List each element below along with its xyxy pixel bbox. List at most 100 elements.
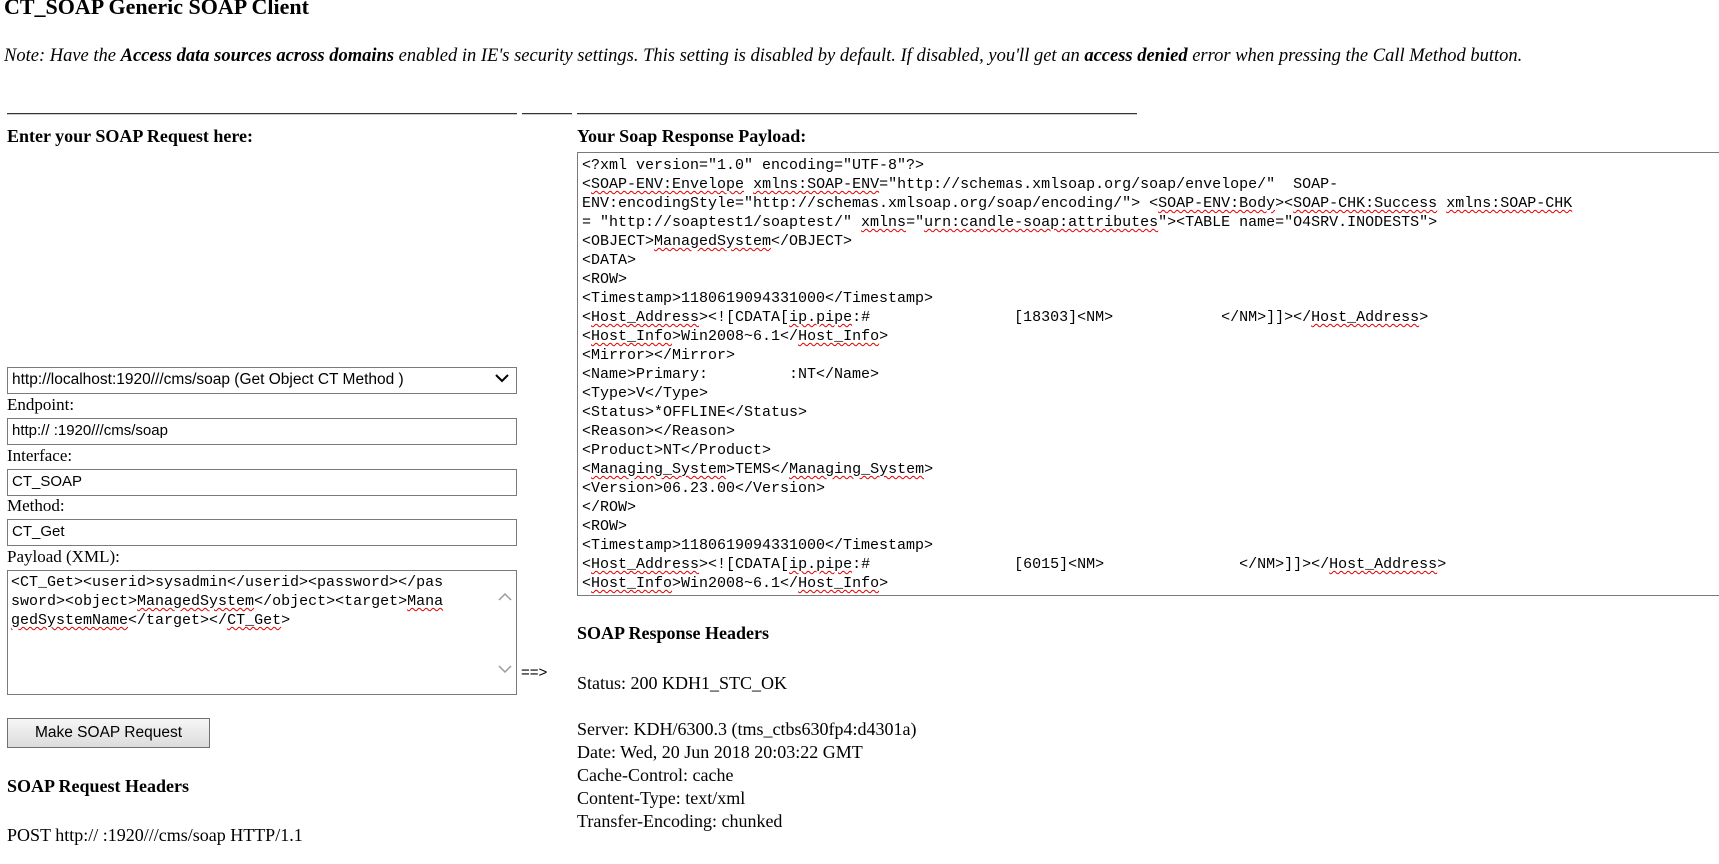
code-text: < <box>582 176 592 193</box>
divider-left <box>7 113 517 115</box>
note-emphasis: Access data sources across domains <box>120 46 395 66</box>
code-line: <Version>06.23.00</Version> <box>582 479 1719 498</box>
code-text: ENV:encodingStyle="http://schemas.xmlsoa… <box>582 195 1159 212</box>
code-text: <OBJECT> <box>582 233 655 250</box>
code-text: < <box>582 461 592 478</box>
code-text: <Status>*OFFLINE</Status> <box>582 404 808 421</box>
code-text: :# [18303]<NM> </NM>]]></ <box>852 309 1312 326</box>
scroll-down-icon[interactable] <box>498 661 512 680</box>
spellcheck-word: xmlns <box>861 214 907 231</box>
code-text: >Win2008~6.1</ <box>672 328 799 345</box>
response-content-type: Content-Type: text/xml <box>577 788 746 808</box>
code-line: = "http://soaptest1/soaptest/" xmlns="ur… <box>582 213 1719 232</box>
spellcheck-word: ip.pipe <box>789 556 853 573</box>
code-text: </OBJECT> <box>771 233 853 250</box>
code-line: <DATA> <box>582 251 1719 270</box>
code-line: </ROW> <box>582 498 1719 517</box>
spellcheck-word: Host_Info <box>591 328 673 345</box>
code-text: <Name>Primary: :NT</Name> <box>582 366 880 383</box>
spellcheck-word: ip.pipe <box>789 309 853 326</box>
code-line: <Status>*OFFLINE</Status> <box>582 403 1719 422</box>
code-text: "><TABLE name="O4SRV.INODESTS"> <box>1158 214 1438 231</box>
spellcheck-word: SOAP-ENV:Envelope <box>591 176 745 193</box>
code-text: <CT_Get><userid>sysadmin</userid><passwo… <box>11 574 444 591</box>
code-text: <Timestamp>1180619094331000</Timestamp> <box>582 290 934 307</box>
spellcheck-word: CT_Get <box>227 612 282 629</box>
code-text: >TEMS</ <box>726 461 790 478</box>
response-status: Status: 200 KDH1_STC_OK <box>577 673 788 693</box>
endpoint-label: Endpoint: <box>7 395 75 414</box>
note-text: enabled in IE's security settings. This … <box>394 46 1085 66</box>
code-text: > <box>1437 556 1447 573</box>
divider-middle <box>522 113 572 115</box>
code-line: ENV:encodingStyle="http://schemas.xmlsoa… <box>582 194 1719 213</box>
spellcheck-word: Managing_System <box>789 461 925 478</box>
spellcheck-word: SOAP-CHK:Success <box>1293 195 1438 212</box>
spellcheck-word: Host_Address <box>1329 556 1438 573</box>
code-line: <ROW> <box>582 270 1719 289</box>
code-line: <CT_Get><userid>sysadmin</userid><passwo… <box>11 573 513 592</box>
code-line: <Host_Address><![CDATA[ip.pipe:# [18303]… <box>582 308 1719 327</box>
code-line: <Reason></Reason> <box>582 422 1719 441</box>
code-text: =" <box>906 214 925 231</box>
spellcheck-word: Host_Info <box>798 328 880 345</box>
code-text: >Win2008~6.1</ <box>672 575 799 592</box>
response-cache-control: Cache-Control: cache <box>577 765 734 785</box>
spellcheck-word: gedSystemName <box>11 612 129 629</box>
response-payload-textarea[interactable]: <?xml version="1.0" encoding="UTF-8"?> <S… <box>577 152 1719 596</box>
code-text: <Type>V</Type> <box>582 385 709 402</box>
code-text: < <box>582 556 592 573</box>
payload-textarea[interactable]: <CT_Get><userid>sysadmin</userid><passwo… <box>7 570 517 695</box>
code-text: = "http://soaptest1/soaptest/" <box>582 214 862 231</box>
interface-label: Interface: <box>7 446 73 465</box>
spellcheck-word: Host_Info <box>798 575 880 592</box>
code-text: ><![CDATA[ <box>699 556 790 573</box>
spellcheck-word: Host_Address <box>591 556 700 573</box>
code-line: <Timestamp>1180619094331000</Timestamp> <box>582 289 1719 308</box>
method-input[interactable]: CT_Get <box>7 519 517 546</box>
spellcheck-word: Mana <box>407 593 444 610</box>
method-label: Method: <box>7 496 65 515</box>
code-text: > <box>924 461 934 478</box>
spellcheck-word: urn:candle-soap:attributes <box>924 214 1159 231</box>
code-line: <Managing_System>TEMS</Managing_System> <box>582 460 1719 479</box>
interface-input[interactable]: CT_SOAP <box>7 469 517 496</box>
response-date: Date: Wed, 20 Jun 2018 20:03:22 GMT <box>577 742 863 762</box>
response-transfer-encoding: Transfer-Encoding: chunked <box>577 811 783 831</box>
method-select[interactable]: http://localhost:1920///cms/soap (Get Ob… <box>7 367 517 394</box>
code-line: <Host_Info>Win2008~6.1</Host_Info> <box>582 574 1719 593</box>
code-text: < <box>582 328 592 345</box>
code-line: <Product>NT</Product> <box>582 441 1719 460</box>
code-line: <Name>Primary: :NT</Name> <box>582 365 1719 384</box>
request-headers-heading: SOAP Request Headers <box>7 776 189 796</box>
chevron-down-icon <box>494 370 510 391</box>
make-soap-request-button[interactable]: Make SOAP Request <box>7 718 210 748</box>
code-line: <Timestamp>1180619094331000</Timestamp> <box>582 536 1719 555</box>
spellcheck-word: Host_Address <box>591 309 700 326</box>
code-text: < <box>582 575 592 592</box>
code-line: <Host_Info>Win2008~6.1</Host_Info> <box>582 327 1719 346</box>
scroll-up-icon[interactable] <box>498 589 512 608</box>
code-line: <Mirror></Mirror> <box>582 346 1719 365</box>
code-text: > <box>879 328 889 345</box>
code-line: <ROW> <box>582 517 1719 536</box>
response-headers-heading: SOAP Response Headers <box>577 623 770 643</box>
note-text: Note: Have the <box>4 46 121 66</box>
code-text: ><![CDATA[ <box>699 309 790 326</box>
code-line: <OBJECT>ManagedSystem</OBJECT> <box>582 232 1719 251</box>
payload-label: Payload (XML): <box>7 547 120 566</box>
endpoint-input[interactable]: http:// :1920///cms/soap <box>7 418 517 445</box>
page-title: CT_SOAP Generic SOAP Client <box>4 0 309 19</box>
code-text: < <box>582 309 592 326</box>
code-text: </target></ <box>128 612 228 629</box>
code-line: <Host_Address><![CDATA[ip.pipe:# [6015]<… <box>582 555 1719 574</box>
divider-right <box>577 113 1137 115</box>
request-headers-line: POST http:// :1920///cms/soap HTTP/1.1 <box>7 825 303 845</box>
code-text: > <box>1419 309 1429 326</box>
code-line: <SOAP-ENV:Envelope xmlns:SOAP-ENV="http:… <box>582 175 1719 194</box>
spellcheck-word: ManagedSystem <box>654 233 772 250</box>
note-text: error when pressing the Call Method butt… <box>1187 46 1523 66</box>
code-text: </object><target> <box>254 593 408 610</box>
